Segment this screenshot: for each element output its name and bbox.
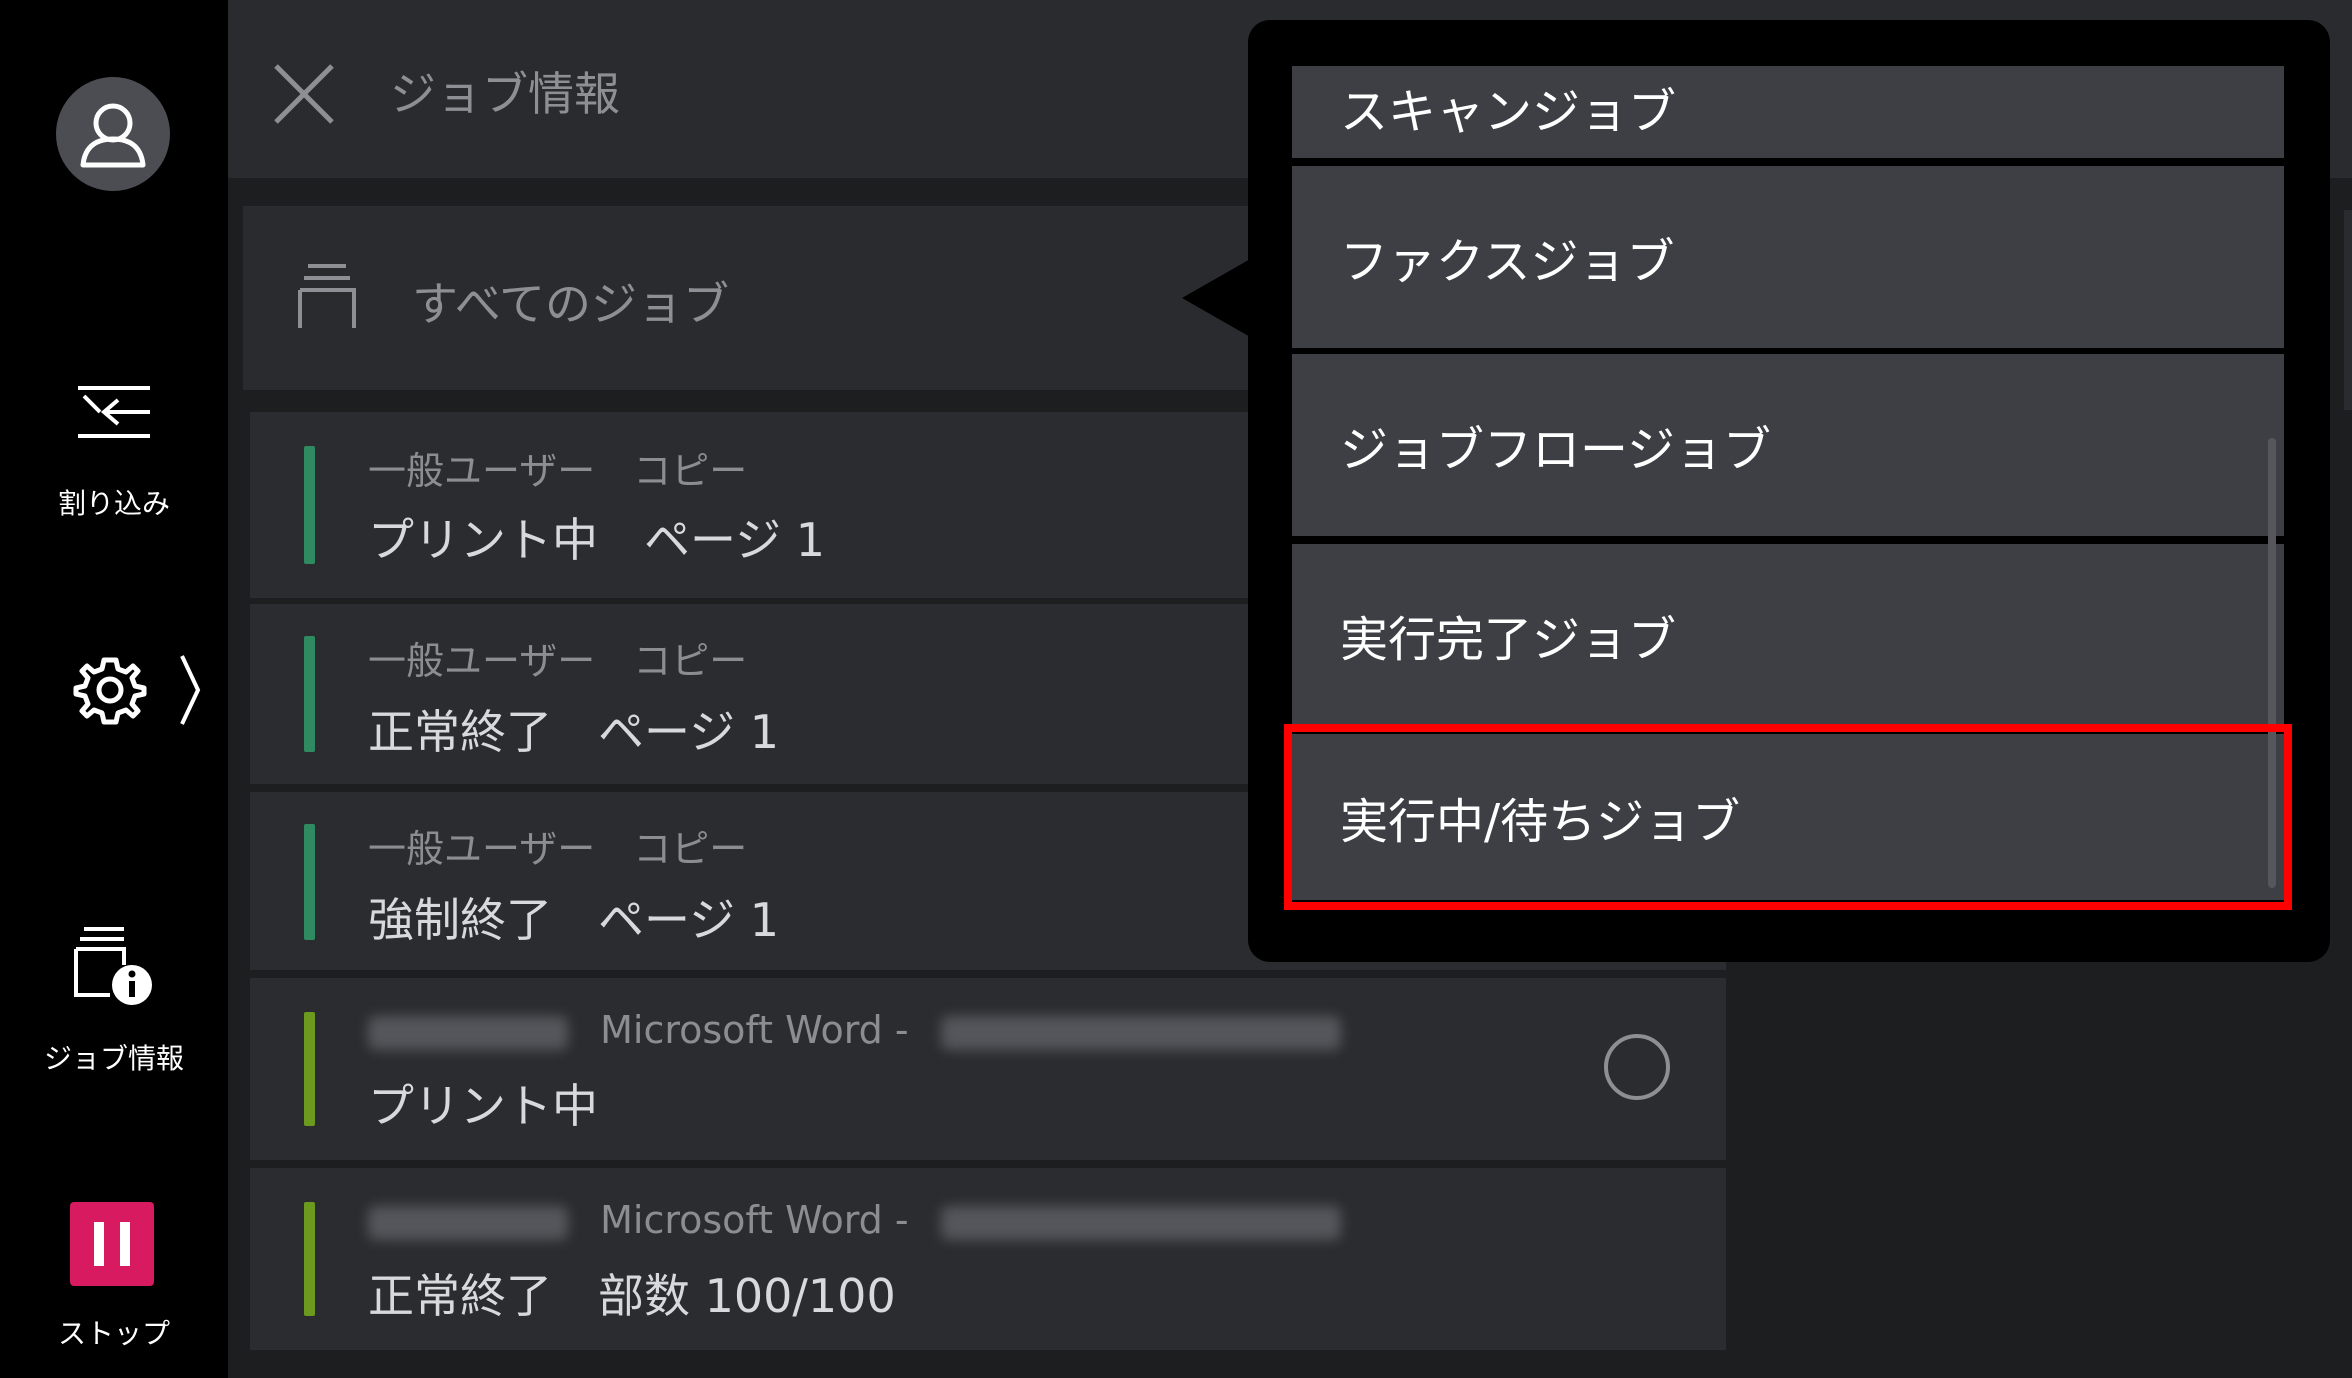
chevron-right-icon bbox=[180, 655, 201, 725]
job-select-radio[interactable] bbox=[1604, 1034, 1670, 1100]
settings-button[interactable] bbox=[70, 650, 210, 730]
job-info-button[interactable]: ジョブ情報 bbox=[0, 925, 228, 1085]
job-filter-label: すべてのジョブ bbox=[412, 277, 729, 331]
menu-item-jobflow-jobs[interactable]: ジョブフロージョブ bbox=[1292, 354, 2284, 536]
page-title: ジョブ情報 bbox=[390, 67, 620, 121]
dropdown-pointer bbox=[1182, 258, 1252, 338]
interrupt-label: 割り込み bbox=[57, 487, 170, 520]
job-document: Microsoft Word - bbox=[368, 1198, 1341, 1242]
status-indicator bbox=[304, 636, 315, 752]
user-avatar[interactable] bbox=[56, 77, 170, 191]
job-status: プリント中 ページ 1 bbox=[368, 513, 825, 567]
sidebar: 割り込み ジョブ情報 ストップ bbox=[0, 0, 228, 1378]
job-owner-type: 一般ユーザー コピー bbox=[368, 827, 748, 871]
job-status: 強制終了 ページ 1 bbox=[368, 893, 779, 947]
highlight-box bbox=[1284, 724, 2292, 910]
close-button[interactable] bbox=[268, 58, 340, 130]
job-info-icon bbox=[74, 927, 152, 1005]
stop-label: ストップ bbox=[57, 1317, 170, 1350]
blurred-user bbox=[368, 1015, 568, 1050]
job-owner-type: 一般ユーザー コピー bbox=[368, 639, 748, 683]
menu-item-scan-jobs[interactable]: スキャンジョブ bbox=[1292, 66, 2284, 158]
menu-item-fax-jobs[interactable]: ファクスジョブ bbox=[1292, 166, 2284, 348]
blurred-filename bbox=[940, 1205, 1341, 1240]
gear-icon bbox=[73, 657, 147, 725]
interrupt-button[interactable]: 割り込み bbox=[0, 370, 228, 530]
close-icon bbox=[274, 64, 334, 124]
user-icon bbox=[80, 103, 146, 168]
job-row[interactable]: Microsoft Word - プリント中 bbox=[250, 978, 1726, 1160]
job-row[interactable]: Microsoft Word - 正常終了 部数 100/100 bbox=[250, 1168, 1726, 1350]
panel-edge bbox=[2344, 210, 2352, 410]
status-indicator bbox=[304, 1012, 315, 1126]
stop-button[interactable]: ストップ bbox=[0, 1200, 228, 1370]
job-list-icon bbox=[298, 264, 356, 328]
job-status: 正常終了 ページ 1 bbox=[368, 705, 779, 759]
job-document: Microsoft Word - bbox=[368, 1008, 1341, 1052]
job-info-label: ジョブ情報 bbox=[43, 1042, 184, 1075]
pause-icon bbox=[70, 1202, 154, 1286]
job-status: プリント中 bbox=[368, 1079, 598, 1133]
job-status: 正常終了 部数 100/100 bbox=[368, 1269, 896, 1323]
blurred-filename bbox=[940, 1015, 1341, 1050]
job-owner-type: 一般ユーザー コピー bbox=[368, 449, 748, 493]
interrupt-icon bbox=[78, 386, 150, 438]
status-indicator bbox=[304, 1202, 315, 1316]
menu-item-completed-jobs[interactable]: 実行完了ジョブ bbox=[1292, 544, 2284, 726]
status-indicator bbox=[304, 446, 315, 564]
blurred-user bbox=[368, 1205, 568, 1240]
status-indicator bbox=[304, 824, 315, 940]
